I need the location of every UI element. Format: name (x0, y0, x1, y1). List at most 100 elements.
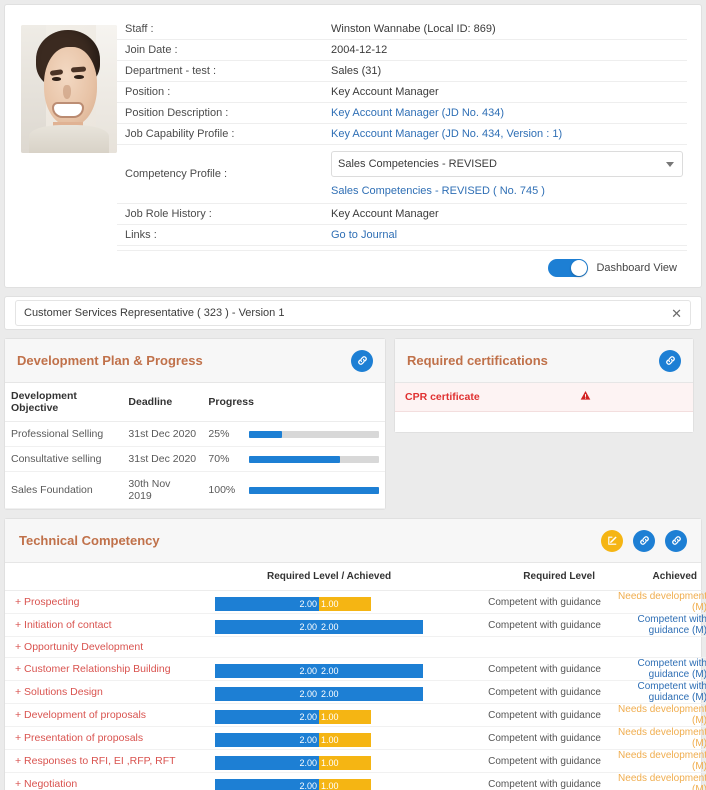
achieved-level-bar: 1.00 (319, 709, 371, 724)
profile-row-position: Position : Key Account Manager (117, 82, 687, 103)
link-icon[interactable] (665, 529, 687, 552)
position-description-link[interactable]: Key Account Manager (JD No. 434) (327, 103, 687, 123)
link-icon[interactable] (633, 529, 655, 552)
table-header-row: Development Objective Deadline Progress (5, 383, 385, 422)
competency-expand-link[interactable]: + Development of proposals (5, 705, 215, 725)
competency-expand-link[interactable]: + Prospecting (5, 592, 215, 612)
competency-name[interactable]: + Development of proposals (5, 703, 215, 727)
achieved-level-text: Needs development (M) (601, 772, 706, 790)
column-header-objective: Development Objective (5, 383, 123, 422)
achieved-level-text: Needs development (M) (601, 726, 706, 750)
field-label: Join Date : (125, 44, 178, 56)
achieved-level-text: Needs development (M) (601, 703, 706, 727)
field-label: Competency Profile : (125, 168, 228, 180)
certification-row: CPR certificate (395, 383, 693, 412)
competency-bars: 2.00 1.00 (215, 590, 455, 614)
job-capability-profile-link[interactable]: Key Account Manager (JD No. 434, Version… (327, 124, 687, 144)
competency-expand-link[interactable]: + Negotiation (5, 774, 215, 790)
profile-row-competency-profile: Competency Profile : Sales Competencies … (117, 145, 687, 204)
table-row: + Customer Relationship Building 2.00 2.00… (5, 657, 706, 681)
competency-expand-link[interactable]: + Initiation of contact (5, 615, 215, 635)
required-level-bar: 2.00 (215, 619, 319, 634)
development-plan-panel: Development Plan & Progress Development … (4, 338, 386, 510)
required-level-bar: 2.00 (215, 709, 319, 724)
achieved-level-bar: 1.00 (319, 755, 371, 770)
competency-name[interactable]: + Customer Relationship Building (5, 657, 215, 681)
field-label: Job Capability Profile : (125, 128, 235, 140)
competency-profile-select[interactable]: Sales Competencies - REVISED (331, 151, 683, 177)
competency-name[interactable]: + Initiation of contact (5, 613, 215, 637)
achieved-level-text: Needs development (M) (601, 590, 706, 614)
dashboard-view-label: Dashboard View (596, 262, 677, 274)
profile-row-position-description: Position Description : Key Account Manag… (117, 103, 687, 124)
competency-name[interactable]: + Negotiation (5, 772, 215, 790)
technical-competency-table: Required Level / Achieved Required Level… (5, 563, 706, 790)
technical-competency-card: Technical Competency Required Level / Ac… (4, 518, 706, 790)
progress-percent: 100% (202, 471, 243, 509)
panels-row: Development Plan & Progress Development … (4, 338, 702, 510)
edit-icon[interactable] (601, 529, 623, 552)
competency-expand-link[interactable]: + Solutions Design (5, 682, 215, 702)
field-value: Key Account Manager (331, 208, 439, 220)
photo-container (13, 19, 117, 281)
competency-bars: 2.00 2.00 (215, 680, 455, 704)
required-certifications-header: Required certifications (395, 339, 693, 383)
competency-bars (215, 636, 455, 658)
employee-photo (21, 25, 117, 153)
achieved-level-text: Competent with guidance (M) (601, 680, 706, 704)
competency-expand-link[interactable]: + Presentation of proposals (5, 728, 215, 748)
table-row: + Development of proposals 2.00 1.00 Compet… (5, 703, 706, 727)
competency-name[interactable]: + Presentation of proposals (5, 726, 215, 750)
required-level-bar: 2.00 (215, 778, 319, 790)
competency-name[interactable]: + Opportunity Development (5, 636, 215, 658)
certification-name: CPR certificate (405, 391, 480, 403)
dashboard-view-toggle[interactable] (548, 259, 589, 277)
link-icon[interactable] (351, 349, 373, 372)
go-to-journal-link[interactable]: Go to Journal (327, 225, 687, 245)
progress-bar (243, 421, 385, 447)
competency-bars: 2.00 2.00 (215, 613, 455, 637)
achieved-level-text: Competent with guidance (M) (601, 657, 706, 681)
link-icon[interactable] (659, 349, 681, 372)
technical-competency-header: Technical Competency (5, 519, 701, 563)
required-level-bar: 2.00 (215, 596, 319, 611)
progress-percent: 25% (202, 421, 243, 447)
column-header-deadline: Deadline (122, 383, 203, 422)
column-header-required-level: Required Level (455, 563, 601, 591)
competency-bars: 2.00 1.00 (215, 749, 455, 773)
competency-name[interactable]: + Prospecting (5, 590, 215, 614)
achieved-level-bar: 1.00 (319, 596, 371, 611)
profile-row-department: Department - test : Sales (31) (117, 61, 687, 82)
competency-name[interactable]: + Solutions Design (5, 680, 215, 704)
deadline: 31st Dec 2020 (122, 446, 203, 472)
competency-profile-sub-link[interactable]: Sales Competencies - REVISED ( No. 745 ) (331, 185, 683, 197)
close-icon[interactable]: ✕ (671, 307, 682, 320)
table-row: + Prospecting 2.00 1.00 Competent with guid… (5, 590, 706, 614)
field-value: Winston Wannabe (Local ID: 869) (331, 23, 496, 35)
competency-expand-link[interactable]: + Opportunity Development (5, 637, 215, 657)
profile-row-join-date: Join Date : 2004-12-12 (117, 40, 687, 61)
table-row: + Initiation of contact 2.00 2.00 Competent… (5, 613, 706, 637)
achieved-level-text: Needs development (M) (601, 749, 706, 773)
field-label: Links : (125, 229, 157, 241)
panel-title: Required certifications (407, 353, 548, 368)
achieved-level-text: Competent with guidance (M) (601, 613, 706, 637)
development-objective: Sales Foundation (5, 471, 123, 509)
development-plan-table: Development Objective Deadline Progress … (5, 383, 385, 509)
competency-bars: 2.00 1.00 (215, 726, 455, 750)
column-header-progress: Progress (202, 383, 385, 422)
achieved-level-bar: 2.00 (319, 686, 423, 701)
table-row: + Opportunity Development (5, 636, 706, 658)
achieved-level-bar: 2.00 (319, 663, 423, 678)
panel-title: Technical Competency (19, 533, 160, 548)
required-level-text: Competent with guidance (455, 657, 601, 681)
staff-profile-card: Staff : Winston Wannabe (Local ID: 869) … (4, 4, 702, 288)
column-header-required-achieved: Required Level / Achieved (215, 563, 455, 591)
competency-bars: 2.00 1.00 (215, 703, 455, 727)
field-value: Sales (31) (331, 65, 382, 77)
table-row: Consultative selling 31st Dec 2020 70% (5, 446, 385, 472)
competency-expand-link[interactable]: + Responses to RFI, EI ,RFP, RFT (5, 751, 215, 771)
competency-name[interactable]: + Responses to RFI, EI ,RFP, RFT (5, 749, 215, 773)
table-row: Professional Selling 31st Dec 2020 25% (5, 421, 385, 447)
competency-expand-link[interactable]: + Customer Relationship Building (5, 659, 215, 679)
